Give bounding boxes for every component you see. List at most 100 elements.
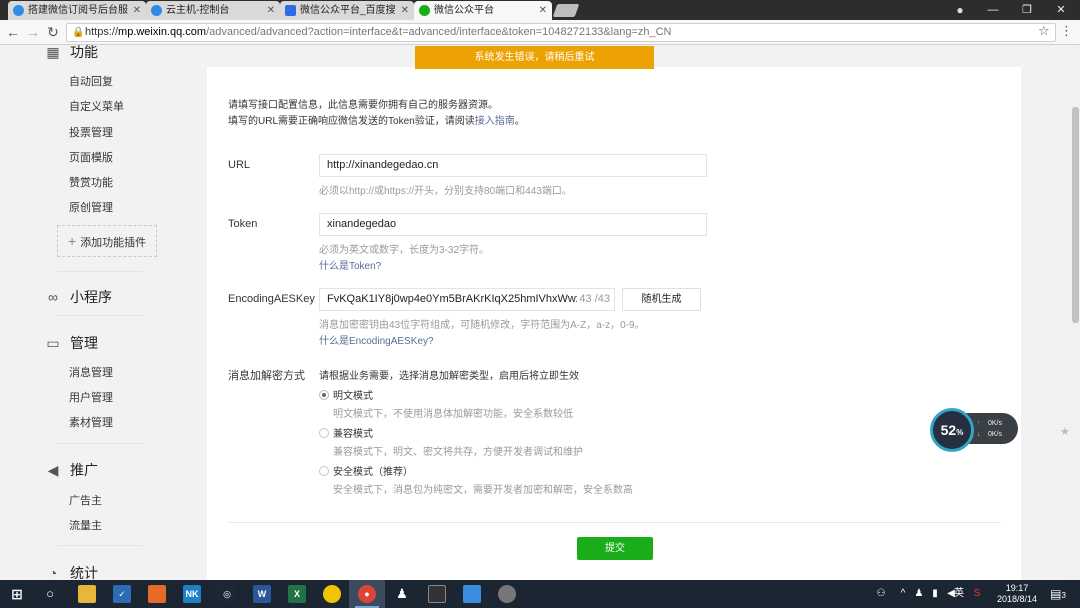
access-guide-link[interactable]: 接入指南 [475,116,515,127]
sidebar-item-vote[interactable]: 投票管理 [69,124,113,140]
sidebar-item-materials[interactable]: 素材管理 [69,414,113,430]
qq-tray-icon[interactable]: ♟ [912,580,926,608]
section-title: 管理 [70,335,98,351]
sidebar-item-users[interactable]: 用户管理 [69,389,113,405]
radio-label: 安全模式（推荐） [333,467,413,478]
sidebar-divider [57,545,143,546]
page-scrollbar[interactable] [1070,45,1080,580]
random-generate-button[interactable]: 随机生成 [622,288,701,311]
sidebar-item-messages[interactable]: 消息管理 [69,364,113,380]
reload-icon[interactable]: ↻ [44,23,62,41]
radio-compatible-mode[interactable]: 兼容模式 [319,425,373,440]
sidebar-item-page-template[interactable]: 页面模版 [69,149,113,165]
tab-title: 微信公众平台 [434,5,494,16]
terminal-icon[interactable] [428,585,446,603]
file-explorer-icon[interactable] [78,585,96,603]
sidebar-item-publisher[interactable]: 流量主 [69,517,102,533]
browser-tab-3[interactable]: 微信公众平台_百度搜索 ✕ [280,1,414,20]
what-is-aes-key-link[interactable]: 什么是EncodingAESKey? [319,332,434,347]
add-plugin-button[interactable]: + 添加功能插件 [57,225,157,257]
radio-label: 兼容模式 [333,429,373,440]
close-icon[interactable]: ✕ [401,1,409,20]
back-arrow-icon[interactable]: ← [4,23,22,41]
tab-title: 搭建微信订阅号后台服务 [28,5,128,16]
scrollbar-thumb[interactable] [1072,107,1079,323]
close-window-button[interactable]: ✕ [1044,0,1078,20]
search-icon[interactable]: ○ [41,585,59,603]
browser-tab-2[interactable]: 云主机-控制台 ✕ [146,1,280,20]
user-app-icon[interactable] [498,585,516,603]
windows-start-icon[interactable]: ⊞ [8,585,26,603]
radio-secure-mode[interactable]: 安全模式（推荐） [319,463,413,478]
radio-plaintext-mode[interactable]: 明文模式 [319,387,373,402]
network-icon[interactable]: ▮ [928,580,942,608]
mini-program-icon: ∞ [48,289,58,305]
intro-text: 。 [514,116,525,127]
antivirus-icon[interactable]: S [970,580,984,608]
browser-menu-icon[interactable]: ⋮ [1060,23,1073,39]
intro-line-1: 请填写接口配置信息，此信息需要你拥有自己的服务器资源。 [228,100,498,111]
cloud-icon [13,5,24,16]
close-icon[interactable]: ✕ [267,1,275,20]
sidebar-section-mini-program[interactable]: ∞ 小程序 [45,287,112,307]
steam-icon[interactable]: ◎ [218,585,236,603]
sidebar-item-reward[interactable]: 赞赏功能 [69,174,113,190]
minimize-button[interactable]: — [976,0,1010,20]
download-rate: 0K/s [988,431,1003,438]
nk-app-icon[interactable]: NK [183,585,201,603]
browser-360-icon[interactable] [323,585,341,603]
qq-icon[interactable]: ♟ [393,585,411,603]
encrypt-mode-intro: 请根据业务需要，选择消息加解密类型，启用后将立即生效 [319,371,579,382]
radio-unchecked-icon[interactable] [319,427,329,438]
error-banner: 系统发生错误，请稍后重试 [415,46,654,69]
new-tab-button[interactable] [552,4,580,17]
token-input[interactable]: xinandegedao [319,213,707,236]
chevron-up-icon[interactable]: ^ [896,580,910,608]
sidebar-section-stats: ◔ 统计 [45,563,98,580]
token-label: Token [228,218,258,230]
radio-checked-icon[interactable] [319,389,329,400]
system-clock[interactable]: 19:17 2018/8/14 [992,583,1042,605]
clock-date: 2018/8/14 [996,594,1038,604]
network-speed-widget[interactable]: 52% ↑ 0K/s ↓ 0K/s [930,408,1020,452]
browser-toolbar: ← → ↻ 🔒 https://mp.weixin.qq.com/advanced… [0,20,1080,45]
bookmark-star-icon[interactable]: ☆ [1038,23,1050,39]
mail-icon[interactable]: ✓ [113,585,131,603]
notification-icon[interactable]: ▤3 [1048,580,1068,608]
sidebar-item-original[interactable]: 原创管理 [69,199,113,215]
submit-button[interactable]: 提交 [577,537,653,560]
maximize-button[interactable]: ❐ [1010,0,1044,20]
close-icon[interactable]: ✕ [539,1,547,20]
what-is-token-link[interactable]: 什么是Token? [319,257,381,272]
address-bar[interactable]: 🔒 https://mp.weixin.qq.com/advanced/advan… [66,23,1056,42]
lock-icon: 🔒 [72,27,85,38]
radio-unchecked-icon[interactable] [319,465,329,476]
sidebar-item-custom-menu[interactable]: 自定义菜单 [69,98,124,114]
url-input[interactable]: http://xinandegedao.cn [319,154,707,177]
excel-icon[interactable]: X [288,585,306,603]
app-icon[interactable] [148,585,166,603]
grid-icon: ▦ [46,45,60,60]
tool-icon[interactable] [463,585,481,603]
wechat-icon [419,5,430,16]
browser-tab-4-active[interactable]: 微信公众平台 ✕ [414,1,552,20]
section-title: 小程序 [70,289,112,305]
encrypt-mode-label: 消息加解密方式 [228,370,305,382]
forward-arrow-icon[interactable]: → [24,23,42,41]
pin-star-icon[interactable]: ★ [1060,425,1070,438]
upload-rate: 0K/s [988,420,1003,427]
sidebar-item-auto-reply[interactable]: 自动回复 [69,73,113,89]
word-icon[interactable]: W [253,585,271,603]
radio-label: 明文模式 [333,391,373,402]
browser-tab-1[interactable]: 搭建微信订阅号后台服务 ✕ [8,1,146,20]
url-label: URL [228,159,251,171]
url-path: /advanced/advanced?action=interface&t=ad… [206,26,672,38]
aes-key-input[interactable]: FvKQaK1IY8j0wp4e0Ym5BrAKrKIqX25hmIVhxWwx… [319,288,615,311]
chrome-icon[interactable]: ● [358,585,376,603]
sidebar-item-advertiser[interactable]: 广告主 [69,492,102,508]
people-icon[interactable]: ⚇ [872,580,890,608]
intro-text: 填写的URL需要正确响应微信发送的Token验证，请阅读 [228,116,475,127]
ime-indicator[interactable]: 英 [952,580,966,608]
profile-icon[interactable]: ● [952,2,968,18]
close-icon[interactable]: ✕ [133,1,141,20]
